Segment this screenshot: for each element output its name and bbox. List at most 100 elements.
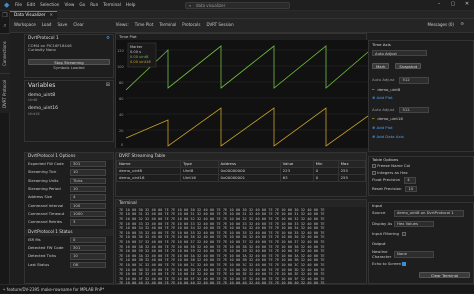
close-tab-icon[interactable]: ✕ <box>50 11 54 19</box>
menu-go[interactable]: Go <box>79 2 85 8</box>
column-header[interactable]: Min <box>312 159 339 168</box>
vertical-tab-variables[interactable]: DVRT Protocol <box>0 73 10 113</box>
column-header[interactable]: Value <box>279 159 314 168</box>
option-label: Streaming Period <box>28 185 61 191</box>
status-label: Last Status <box>28 261 50 267</box>
tab-data-visualizer[interactable]: Data Visualizer ✕ <box>10 10 58 19</box>
list-item[interactable]: demo_uint16 Uint16 <box>25 104 113 117</box>
streaming-table-header: DVRT Streaming Table <box>116 153 366 160</box>
axis-auto-label: Auto Adjust <box>372 77 395 83</box>
status-row: ISR Ms 0 <box>25 236 113 244</box>
stop-streaming-button[interactable]: Stop Streaming <box>28 58 110 65</box>
status-bar: ⑂ feature/DV-2395 make-rowname for MPLAB… <box>0 284 474 293</box>
option-row: Command Interval 100 <box>25 202 113 210</box>
menu-file[interactable]: File <box>15 2 22 8</box>
command-search-input[interactable]: ⌕ data visualizer <box>185 2 290 9</box>
status-value: 10 <box>70 253 106 260</box>
messages-button[interactable]: Messages (0) <box>427 22 454 28</box>
menu-edit[interactable]: Edit <box>27 2 35 8</box>
menu-run[interactable]: Run <box>90 2 98 8</box>
terminal-view-button[interactable]: Terminal <box>159 23 176 28</box>
save-button[interactable]: Save <box>57 23 67 28</box>
vertical-tab-connections[interactable]: Connections <box>0 33 10 73</box>
option-label: Command Retries <box>28 219 62 225</box>
variable-type: Uint16 <box>28 111 40 116</box>
add-plot-button[interactable]: ⊕ Add Plot <box>369 124 473 132</box>
list-item[interactable]: demo_uint8 Uint8 <box>25 91 113 104</box>
streaming-table: Name Type Address Value Min Max demo_uint8 Uin… <box>116 159 367 182</box>
time-auto-adjust-input[interactable]: Auto Adjust <box>372 50 427 57</box>
menu-terminal[interactable]: Terminal <box>103 2 121 8</box>
newline-select[interactable]: None <box>394 251 434 258</box>
legend-line: 0.00 uint16 <box>130 60 151 64</box>
add-variable-icon[interactable]: ⊞ <box>106 82 110 89</box>
y-tick: 120 <box>117 49 124 53</box>
column-header[interactable]: Max <box>337 159 367 168</box>
table-row[interactable]: demo_uint16 Uint16 0x00000001 63 0 255 <box>116 173 367 182</box>
option-input[interactable]: 10 <box>70 169 106 176</box>
display-as-label: Display As <box>372 220 393 226</box>
clear-button[interactable]: Clear <box>73 23 83 28</box>
time-plot-chart[interactable]: 120 100 80 60 40 20 0 Marker 0.00 s 0.00… <box>116 40 368 148</box>
column-header[interactable]: Type <box>179 159 219 168</box>
option-input[interactable]: 301 <box>70 160 106 168</box>
option-input[interactable]: 3 <box>70 219 106 226</box>
axis-value-input[interactable]: 512 <box>399 77 430 84</box>
connection-panel: DvrtProtocol 1 ⚙ COM4 on PIC16F18446 Cur… <box>24 34 114 78</box>
option-input[interactable]: 1000 <box>70 210 106 218</box>
table-cell: demo_uint16 <box>116 173 181 182</box>
settings-icon[interactable]: ⚙ <box>106 36 110 42</box>
add-plot-button[interactable]: ⊕ Add Plot <box>369 94 473 102</box>
status-row: Last Status OK <box>25 261 113 269</box>
clear-terminal-button[interactable]: Clear Terminal <box>419 271 470 278</box>
display-as-select[interactable]: Hex Values <box>394 220 434 228</box>
branch-status[interactable]: feature/DV-2395 make-rowname for MPLAB P… <box>7 287 105 292</box>
table-cell: 255 <box>337 166 367 175</box>
option-input[interactable]: 10 <box>70 185 106 193</box>
option-input[interactable]: 100 <box>70 202 106 209</box>
snapshot-button[interactable]: Snapshot <box>395 63 422 70</box>
add-data-axis-button[interactable]: ⊕ Add Data Axis <box>369 132 473 142</box>
minimize-icon[interactable]: – <box>432 1 446 8</box>
input-filter-label: Input Filtering <box>372 231 399 237</box>
axis-value-input[interactable]: 512 <box>399 106 430 114</box>
option-input[interactable]: Ticks <box>70 177 106 184</box>
option-input[interactable]: 4 <box>70 194 106 201</box>
output-header: Output <box>372 240 386 246</box>
close-icon[interactable]: ✕ <box>460 1 474 8</box>
search-icon: ⌕ <box>189 3 192 8</box>
protocols-view-button[interactable]: Protocols <box>182 23 200 28</box>
explorer-icon[interactable]: ❐ <box>0 11 10 21</box>
menu-selection[interactable]: Selection <box>40 2 59 8</box>
echo-checkbox[interactable] <box>402 262 406 267</box>
option-row: Streaming Units Ticks <box>25 177 113 185</box>
table-row[interactable]: demo_uint8 Uint8 0x00000000 223 0 255 <box>116 166 367 175</box>
reset-precision-input[interactable]: 10 <box>405 185 418 193</box>
connection-title: DvrtProtocol 1 <box>28 36 59 41</box>
option-label: Expected FW Code <box>28 160 64 166</box>
source-select[interactable]: demo_uint8 on DvrtProtocol 1 <box>394 210 464 217</box>
terminal-panel: Terminal 7E 10 00 30 32 40 00 7E 7E 10 0… <box>115 199 367 285</box>
menu-view[interactable]: View <box>64 2 74 8</box>
time-plot-view-button[interactable]: Time Plot <box>135 23 154 28</box>
precision-input[interactable]: 4 <box>404 177 417 184</box>
protocol-options-panel: DvrtProtocol 1 Options Expected FW Code 3… <box>24 152 114 284</box>
search-icon[interactable]: ⌕ <box>0 21 10 31</box>
legend-title: Marker <box>130 45 143 49</box>
table-cell: 0x00000000 <box>217 166 281 175</box>
menu-help[interactable]: Help <box>126 2 136 8</box>
app-logo-icon: ◆ <box>4 1 10 9</box>
input-filter-checkbox[interactable] <box>402 232 406 237</box>
terminal-input-panel: Input Source demo_uint8 on DvrtProtocol 1… <box>368 202 474 284</box>
load-button[interactable]: Load <box>42 23 52 28</box>
dvrt-session-button[interactable]: DVRT Session <box>206 23 233 28</box>
mark-button[interactable]: Mark <box>372 63 390 70</box>
terminal-output[interactable]: 7E 10 00 30 32 40 00 7E 7E 10 00 30 32 4… <box>116 207 366 285</box>
maximize-icon[interactable]: ▢ <box>446 1 460 8</box>
table-cell: 255 <box>337 173 367 182</box>
column-header[interactable]: Address <box>217 159 281 168</box>
column-header[interactable]: Name <box>116 159 181 168</box>
gear-icon[interactable]: ⚙ <box>460 21 464 27</box>
status-label: Detected FW Code <box>28 244 64 250</box>
y-tick: 100 <box>117 65 124 69</box>
